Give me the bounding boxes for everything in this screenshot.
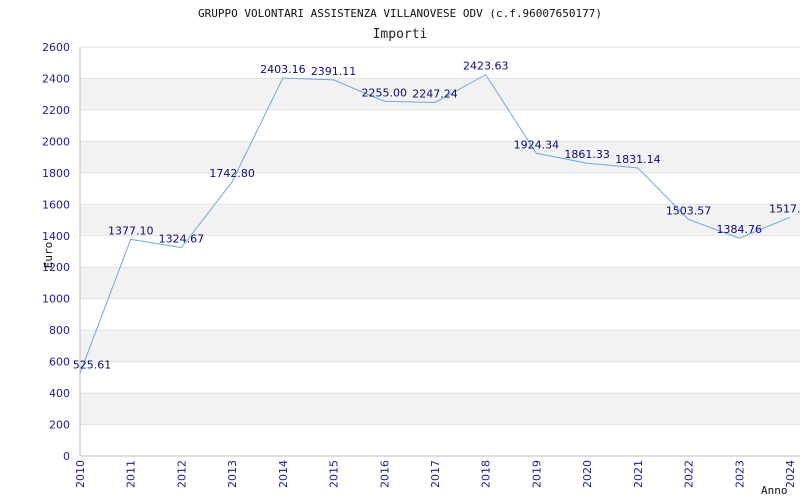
data-label: 1377.10 [108,224,154,237]
chart-title: GRUPPO VOLONTARI ASSISTENZA VILLANOVESE … [198,7,602,20]
x-tick-label: 2020 [581,460,594,488]
y-tick-label: 2600 [42,41,70,54]
y-tick-label: 400 [49,387,70,400]
y-tick-label: 800 [49,324,70,337]
grid-band [80,141,800,173]
grid-bands [80,78,800,425]
data-label: 1517.3 [769,202,800,215]
data-label: 525.61 [73,358,112,371]
x-axis-ticks: 2010 2011 2012 2013 2014 2015 2016 2017 2018 2019… [74,460,797,488]
x-tick-label: 2010 [74,460,87,488]
grid-band [80,267,800,299]
y-tick-label: 2400 [42,72,70,85]
data-label: 2247.24 [412,87,458,100]
y-tick-label: 1800 [42,167,70,180]
data-label: 2255.00 [362,86,408,99]
y-tick-label: 1600 [42,198,70,211]
x-tick-label: 2013 [226,460,239,488]
chart-subtitle: Importi [373,27,428,42]
y-tick-label: 600 [49,356,70,369]
data-label: 1384.76 [717,223,763,236]
data-label: 1742.80 [209,167,255,180]
x-tick-label: 2022 [683,460,696,488]
x-axis-label: Anno [761,484,788,497]
y-tick-label: 1400 [42,230,70,243]
data-label: 2391.11 [311,65,357,78]
data-label: 1924.34 [514,138,560,151]
y-tick-label: 1000 [42,293,70,306]
x-tick-label: 2021 [632,460,645,488]
data-label: 1861.33 [564,148,610,161]
data-label: 1503.57 [666,204,712,217]
data-label: 1324.67 [159,233,205,246]
x-tick-label: 2023 [733,460,746,488]
y-axis-label: Euro [42,242,55,269]
x-tick-label: 2014 [277,460,290,488]
y-tick-label: 0 [63,450,70,463]
x-tick-label: 2015 [328,460,341,488]
grid-band [80,393,800,425]
x-tick-label: 2012 [175,460,188,488]
x-tick-label: 2017 [429,460,442,488]
y-tick-label: 200 [49,419,70,432]
y-tick-label: 2000 [42,135,70,148]
data-label: 1831.14 [615,153,661,166]
line-chart: GRUPPO VOLONTARI ASSISTENZA VILLANOVESE … [42,7,800,497]
x-tick-label: 2011 [125,460,138,488]
x-tick-label: 2019 [530,460,543,488]
data-label: 2423.63 [463,60,509,73]
x-tick-label: 2016 [378,460,391,488]
grid-band [80,330,800,362]
y-tick-label: 2200 [42,104,70,117]
data-label: 2403.16 [260,63,306,76]
x-tick-label: 2018 [480,460,493,488]
